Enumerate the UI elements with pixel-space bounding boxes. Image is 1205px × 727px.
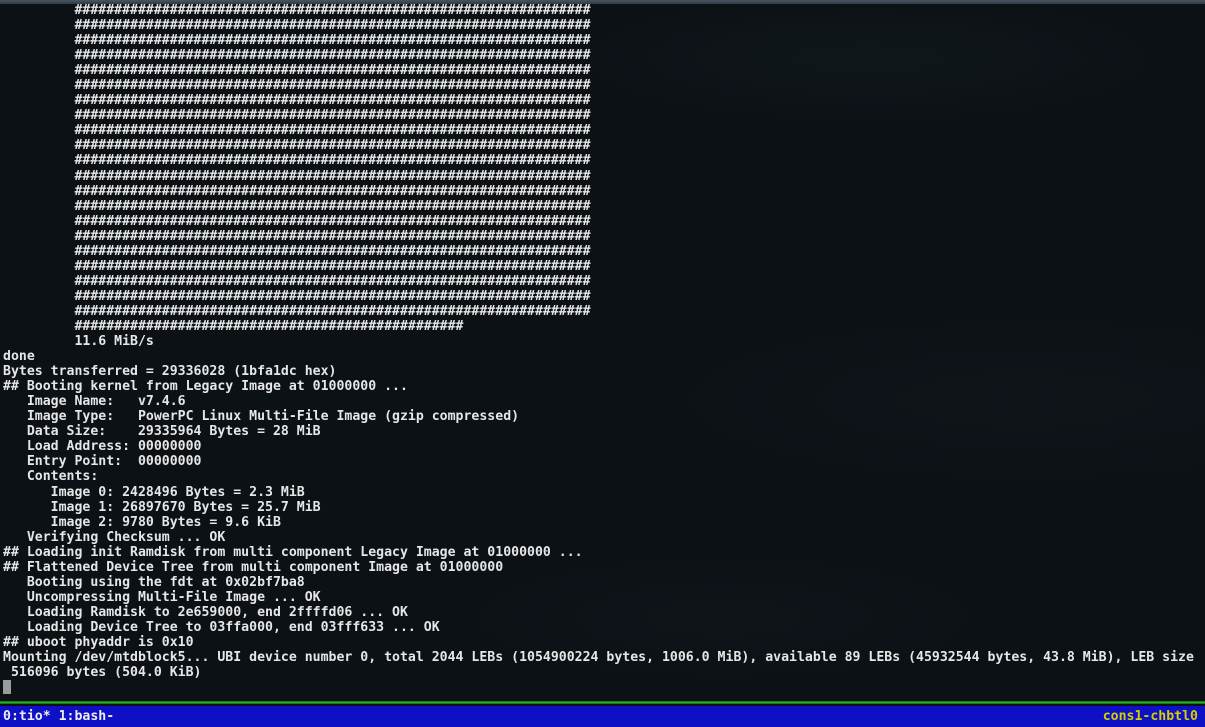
console-line: Mounting /dev/mtdblock5... UBI device nu… (3, 650, 1205, 665)
console-line: ## uboot phyaddr is 0x10 (3, 635, 1205, 650)
console-line: 516096 bytes (504.0 KiB) (3, 665, 1205, 680)
console-line: ########################################… (3, 304, 1205, 319)
console-line: ########################################… (3, 48, 1205, 63)
console-line: Loading Ramdisk to 2e659000, end 2ffffd0… (3, 605, 1205, 620)
console-line: Booting using the fdt at 0x02bf7ba8 (3, 575, 1205, 590)
console-line: ########################################… (3, 123, 1205, 138)
console-line: Image 1: 26897670 Bytes = 25.7 MiB (3, 500, 1205, 515)
console-line: ########################################… (3, 63, 1205, 78)
pane-border-line (0, 701, 1205, 704)
console-line: ########################################… (3, 244, 1205, 259)
terminal-cursor (3, 680, 11, 694)
console-line: Image Type: PowerPC Linux Multi-File Ima… (3, 409, 1205, 424)
console-line: ########################################… (3, 259, 1205, 274)
console-line: ########################################… (3, 319, 1205, 334)
console-line: Image Name: v7.4.6 (3, 394, 1205, 409)
console-line: ## Flattened Device Tree from multi comp… (3, 560, 1205, 575)
console-line: Contents: (3, 469, 1205, 484)
console-line: ########################################… (3, 184, 1205, 199)
console-line: done (3, 349, 1205, 364)
status-window-list[interactable]: 0:tio* 1:bash- (0, 706, 114, 727)
screen-status-bar: 0:tio* 1:bash- cons1-chbtl0 (0, 706, 1205, 727)
console-line: Entry Point: 00000000 (3, 454, 1205, 469)
console-line: ########################################… (3, 3, 1205, 18)
console-line: Bytes transferred = 29336028 (1bfa1dc he… (3, 364, 1205, 379)
console-line: Verifying Checksum ... OK (3, 530, 1205, 545)
console-line: ## Booting kernel from Legacy Image at 0… (3, 379, 1205, 394)
console-line: ########################################… (3, 18, 1205, 33)
console-line: ########################################… (3, 108, 1205, 123)
console-line: 11.6 MiB/s (3, 334, 1205, 349)
console-line: ########################################… (3, 33, 1205, 48)
console-line: ########################################… (3, 153, 1205, 168)
console-line: Load Address: 00000000 (3, 439, 1205, 454)
console-line (3, 680, 1205, 695)
console-line: ## Loading init Ramdisk from multi compo… (3, 545, 1205, 560)
status-session-name: cons1-chbtl0 (1103, 706, 1205, 727)
console-line: ########################################… (3, 78, 1205, 93)
console-line: Data Size: 29335964 Bytes = 28 MiB (3, 424, 1205, 439)
console-line: ########################################… (3, 229, 1205, 244)
console-line: ########################################… (3, 274, 1205, 289)
console-line: Loading Device Tree to 03ffa000, end 03f… (3, 620, 1205, 635)
console-line: ########################################… (3, 138, 1205, 153)
console-line: ########################################… (3, 169, 1205, 184)
console-output[interactable]: ########################################… (3, 3, 1205, 695)
console-line: ########################################… (3, 199, 1205, 214)
console-line: ########################################… (3, 214, 1205, 229)
console-line: ########################################… (3, 289, 1205, 304)
console-line: Image 0: 2428496 Bytes = 2.3 MiB (3, 485, 1205, 500)
console-line: ########################################… (3, 93, 1205, 108)
console-line: Image 2: 9780 Bytes = 9.6 KiB (3, 515, 1205, 530)
console-line: Uncompressing Multi-File Image ... OK (3, 590, 1205, 605)
